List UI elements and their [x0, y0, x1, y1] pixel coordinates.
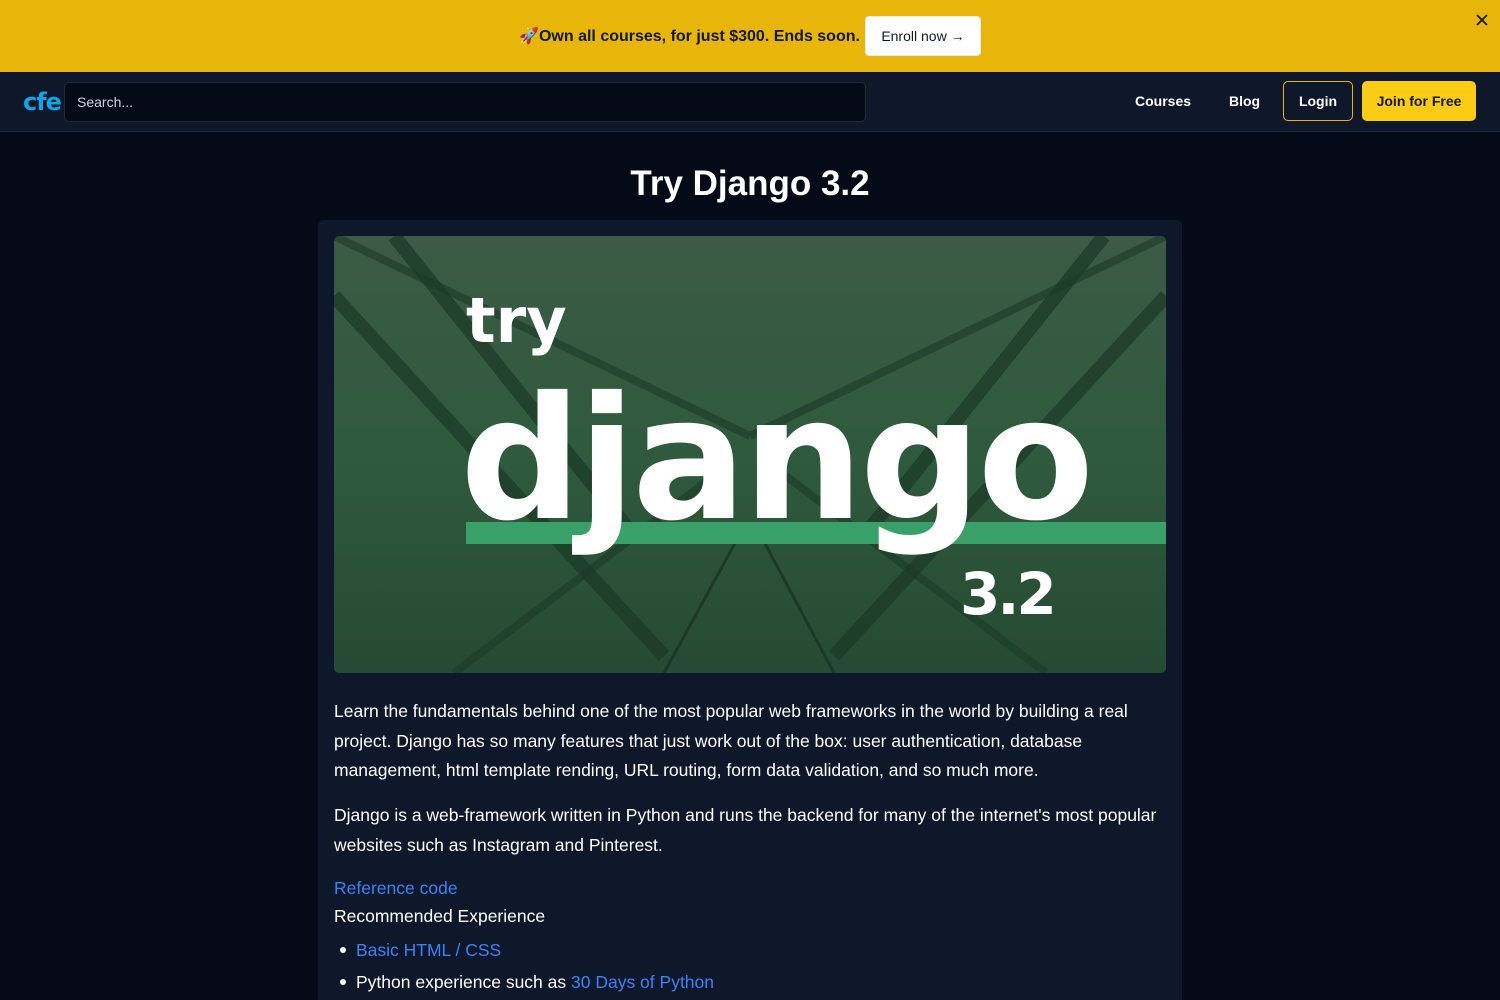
list-item-prefix: Python experience such as — [356, 971, 571, 992]
hero-version: 3.2 — [960, 560, 1054, 628]
recommended-experience-heading: Recommended Experience — [334, 906, 546, 926]
page-title: Try Django 3.2 — [630, 164, 870, 203]
search-input[interactable] — [64, 82, 866, 122]
course-description-2: Django is a web-framework written in Pyt… — [334, 805, 1157, 855]
promo-banner: 🚀Own all courses, for just $300. Ends so… — [0, 0, 1500, 72]
hero-word-try: try — [466, 284, 567, 357]
bullet-icon — [340, 947, 346, 953]
nav-blog-link[interactable]: Blog — [1229, 93, 1260, 109]
join-for-free-button[interactable]: Join for Free — [1362, 81, 1476, 121]
30-days-of-python-link[interactable]: 30 Days of Python — [571, 972, 714, 993]
course-hero-image: try django 3.2 — [334, 236, 1166, 673]
enroll-now-button[interactable]: Enroll now → — [864, 16, 981, 56]
list-item: Python experience such as 30 Days of Pyt… — [334, 966, 1166, 998]
navbar: cfe Courses Blog Login Join for Free — [0, 72, 1500, 132]
list-item: Basic HTML / CSS — [334, 934, 1166, 966]
course-card: try django 3.2 Learn the fundamentals be… — [318, 220, 1182, 1000]
basic-html-css-link[interactable]: Basic HTML / CSS — [356, 940, 501, 961]
close-icon[interactable] — [1472, 10, 1492, 30]
hero-word-django: django — [460, 361, 1090, 559]
nav-courses-link[interactable]: Courses — [1135, 93, 1191, 109]
reference-code-link[interactable]: Reference code — [334, 878, 458, 899]
login-button[interactable]: Login — [1283, 81, 1353, 121]
cfe-logo[interactable]: cfe — [23, 88, 62, 116]
recommended-list: Basic HTML / CSS Python experience such … — [334, 934, 1166, 998]
course-description-1: Learn the fundamentals behind one of the… — [334, 701, 1128, 780]
promo-text: 🚀Own all courses, for just $300. Ends so… — [519, 28, 860, 45]
bullet-icon — [340, 979, 346, 985]
